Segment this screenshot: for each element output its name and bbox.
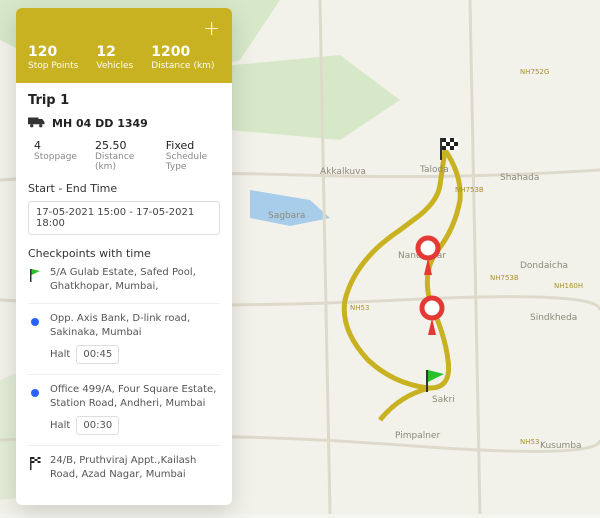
halt-label: Halt — [50, 420, 70, 431]
checkpoint-item: Office 499/A, Four Square Estate, Statio… — [28, 383, 220, 435]
stat-stop-points: 120 Stop Points — [28, 44, 78, 71]
checkpoint-start: 5/A Gulab Estate, Safed Pool, Ghatkhopar… — [28, 266, 220, 293]
svg-text:Akkalkuva: Akkalkuva — [320, 167, 366, 177]
flag-end-icon — [29, 456, 41, 481]
svg-text:Sindkheda: Sindkheda — [530, 313, 577, 323]
vehicle-row: MH 04 DD 1349 — [28, 116, 220, 131]
svg-text:Sakri: Sakri — [432, 395, 455, 405]
time-label: Start - End Time — [28, 182, 220, 195]
divider — [28, 303, 220, 304]
checkpoint-address: Office 499/A, Four Square Estate, Statio… — [50, 383, 220, 410]
add-button[interactable]: + — [203, 18, 220, 38]
svg-text:Kusumba: Kusumba — [540, 441, 582, 451]
halt-input[interactable]: 00:45 — [76, 345, 119, 364]
checkpoints-label: Checkpoints with time — [28, 247, 220, 260]
halt-input[interactable]: 00:30 — [76, 416, 119, 435]
trip-distance: 25.50 Distance (km) — [95, 139, 148, 172]
summary-hero: + 120 Stop Points 12 Vehicles 1200 Dista… — [16, 8, 232, 83]
svg-text:NH753B: NH753B — [455, 186, 484, 194]
time-range-input[interactable]: 17-05-2021 15:00 - 17-05-2021 18:00 — [28, 201, 220, 235]
divider — [28, 445, 220, 446]
checkpoint-address: 24/B, Pruthviraj Appt.,Kailash Road, Aza… — [50, 454, 220, 481]
stat-distance: 1200 Distance (km) — [151, 44, 214, 71]
halt-label: Halt — [50, 349, 70, 360]
truck-icon — [28, 116, 46, 131]
waypoint-dot-icon — [31, 389, 39, 397]
checkpoint-end: 24/B, Pruthviraj Appt.,Kailash Road, Aza… — [28, 454, 220, 481]
svg-text:NH160H: NH160H — [554, 282, 583, 290]
svg-text:NH752G: NH752G — [520, 68, 549, 76]
checkpoint-address: Opp. Axis Bank, D-link road, Sakinaka, M… — [50, 312, 220, 339]
svg-text:NH53: NH53 — [520, 438, 539, 446]
checkpoint-address: 5/A Gulab Estate, Safed Pool, Ghatkhopar… — [50, 266, 220, 293]
trip-schedule: Fixed Schedule Type — [166, 139, 220, 172]
svg-text:NH53: NH53 — [350, 304, 369, 312]
waypoint-dot-icon — [31, 318, 39, 326]
trip-stoppage: 4 Stoppage — [34, 139, 77, 172]
vehicle-number: MH 04 DD 1349 — [52, 117, 148, 130]
flag-start-icon — [29, 268, 41, 293]
svg-text:Sagbara: Sagbara — [268, 211, 305, 221]
svg-text:Shahada: Shahada — [500, 173, 539, 183]
svg-text:NH753B: NH753B — [490, 274, 519, 282]
svg-text:Dondaicha: Dondaicha — [520, 261, 568, 271]
divider — [28, 374, 220, 375]
trip-panel: + 120 Stop Points 12 Vehicles 1200 Dista… — [16, 8, 232, 505]
svg-text:Pimpalner: Pimpalner — [395, 431, 440, 441]
checkpoint-item: Opp. Axis Bank, D-link road, Sakinaka, M… — [28, 312, 220, 364]
trip-title: Trip 1 — [28, 93, 220, 108]
svg-text:Taloda: Taloda — [419, 165, 449, 175]
stat-vehicles: 12 Vehicles — [96, 44, 133, 71]
